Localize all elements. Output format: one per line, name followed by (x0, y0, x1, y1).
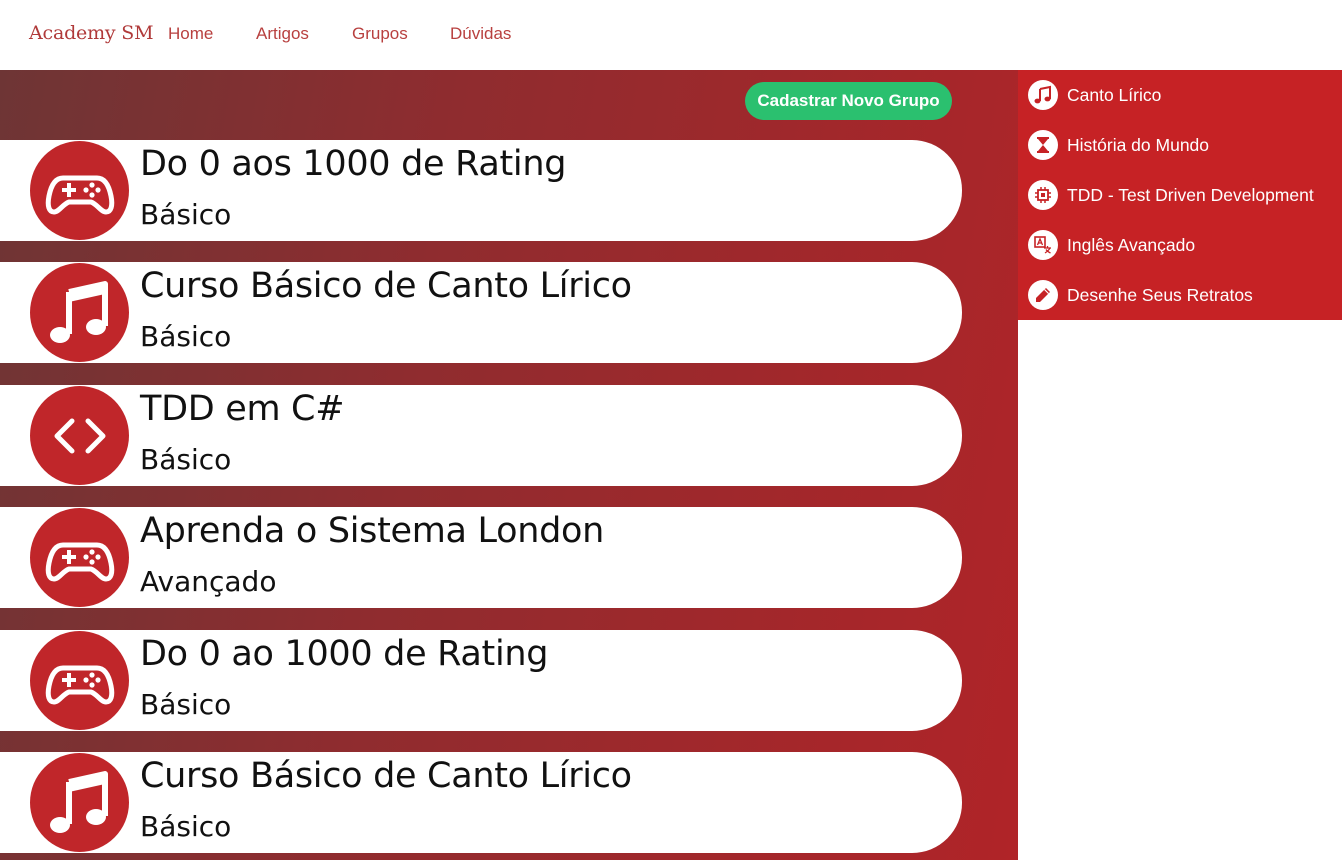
sidebar-item-label: Inglês Avançado (1067, 234, 1196, 255)
music-note-icon (30, 263, 129, 362)
code-icon (30, 386, 129, 485)
groups-panel: Cadastrar Novo Grupo Do 0 aos 1000 de Ra… (0, 70, 1018, 860)
top-navbar: Academy SM Home Artigos Grupos Dúvidas (0, 0, 1342, 70)
group-level: Básico (140, 320, 232, 353)
gamepad-icon (30, 141, 129, 240)
hourglass-icon (1028, 130, 1058, 160)
group-level: Básico (140, 198, 232, 231)
sidebar-item-canto-lirico[interactable]: Canto Lírico (1028, 75, 1338, 115)
brand-logo[interactable]: Academy SM (29, 22, 154, 44)
group-title: Do 0 ao 1000 de Rating (140, 634, 549, 674)
group-card[interactable]: TDD em C# Básico (0, 385, 962, 486)
sidebar-item-label: Canto Lírico (1067, 84, 1162, 105)
music-note-icon (1028, 80, 1058, 110)
nav-link-duvidas[interactable]: Dúvidas (450, 24, 511, 44)
gamepad-icon (30, 508, 129, 607)
group-level: Avançado (140, 565, 277, 598)
sidebar-item-desenhe-seus-retratos[interactable]: Desenhe Seus Retratos (1028, 275, 1338, 315)
group-title: Curso Básico de Canto Lírico (140, 266, 632, 306)
group-level: Básico (140, 688, 232, 721)
group-card[interactable]: Curso Básico de Canto Lírico Básico (0, 752, 962, 853)
sidebar-group-list: Canto Lírico História do Mundo TDD - Tes… (1018, 70, 1342, 320)
group-card[interactable]: Aprenda o Sistema London Avançado (0, 507, 962, 608)
nav-link-artigos[interactable]: Artigos (256, 24, 309, 44)
pencil-icon (1028, 280, 1058, 310)
sidebar-item-label: Desenhe Seus Retratos (1067, 284, 1253, 305)
group-card[interactable]: Curso Básico de Canto Lírico Básico (0, 262, 962, 363)
group-level: Básico (140, 810, 232, 843)
sidebar-item-tdd[interactable]: TDD - Test Driven Development (1028, 175, 1338, 215)
group-level: Básico (140, 443, 232, 476)
group-title: Aprenda o Sistema London (140, 511, 605, 551)
music-note-icon (30, 753, 129, 852)
sidebar-item-historia-do-mundo[interactable]: História do Mundo (1028, 125, 1338, 165)
group-card[interactable]: Do 0 aos 1000 de Rating Básico (0, 140, 962, 241)
new-group-button[interactable]: Cadastrar Novo Grupo (745, 82, 952, 120)
nav-link-grupos[interactable]: Grupos (352, 24, 408, 44)
nav-link-home[interactable]: Home (168, 24, 213, 44)
group-card[interactable]: Do 0 ao 1000 de Rating Básico (0, 630, 962, 731)
translate-icon (1028, 230, 1058, 260)
group-title: TDD em C# (140, 389, 345, 429)
chip-icon (1028, 180, 1058, 210)
sidebar-item-ingles-avancado[interactable]: Inglês Avançado (1028, 225, 1338, 265)
sidebar-item-label: História do Mundo (1067, 134, 1210, 155)
group-title: Curso Básico de Canto Lírico (140, 756, 632, 796)
gamepad-icon (30, 631, 129, 730)
group-title: Do 0 aos 1000 de Rating (140, 144, 567, 184)
sidebar-item-label: TDD - Test Driven Development (1067, 184, 1314, 205)
